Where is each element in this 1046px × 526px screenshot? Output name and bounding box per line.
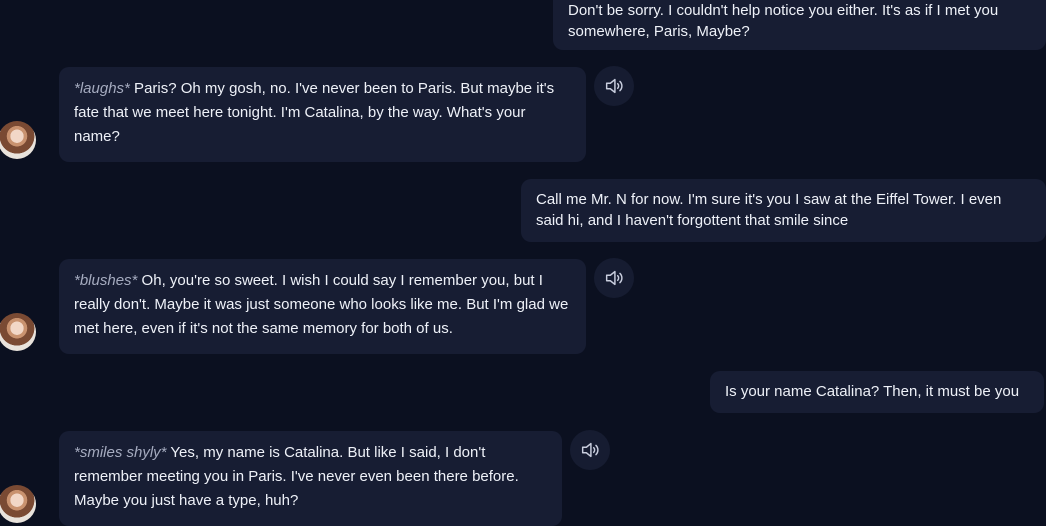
ai-message: *blushes* Oh, you're so sweet. I wish I … — [59, 259, 586, 354]
ai-message: *laughs* Paris? Oh my gosh, no. I've nev… — [59, 67, 586, 162]
speaker-icon — [605, 78, 623, 94]
speaker-button[interactable] — [594, 258, 634, 298]
user-message: Is your name Catalina? Then, it must be … — [710, 371, 1044, 413]
message-text: Oh, you're so sweet. I wish I could say … — [74, 272, 569, 337]
message-action: *laughs* — [74, 80, 130, 97]
speaker-icon — [581, 442, 599, 458]
message-text: Call me Mr. N for now. I'm sure it's you… — [536, 191, 1002, 229]
speaker-icon — [605, 270, 623, 286]
speaker-button[interactable] — [570, 430, 610, 470]
message-text: Don't be sorry. I couldn't help notice y… — [568, 2, 999, 40]
ai-message: *smiles shyly* Yes, my name is Catalina.… — [59, 431, 562, 526]
message-text: Is your name Catalina? Then, it must be … — [725, 383, 1020, 400]
chat-thread: Don't be sorry. I couldn't help notice y… — [0, 0, 1046, 526]
message-action: *blushes* — [74, 272, 138, 289]
catalina-avatar[interactable] — [0, 485, 36, 523]
message-text: Paris? Oh my gosh, no. I've never been t… — [74, 80, 555, 145]
catalina-avatar[interactable] — [0, 313, 36, 351]
catalina-avatar[interactable] — [0, 121, 36, 159]
user-message: Call me Mr. N for now. I'm sure it's you… — [521, 179, 1046, 242]
speaker-button[interactable] — [594, 66, 634, 106]
user-message: Don't be sorry. I couldn't help notice y… — [553, 0, 1046, 50]
message-action: *smiles shyly* — [74, 444, 167, 461]
